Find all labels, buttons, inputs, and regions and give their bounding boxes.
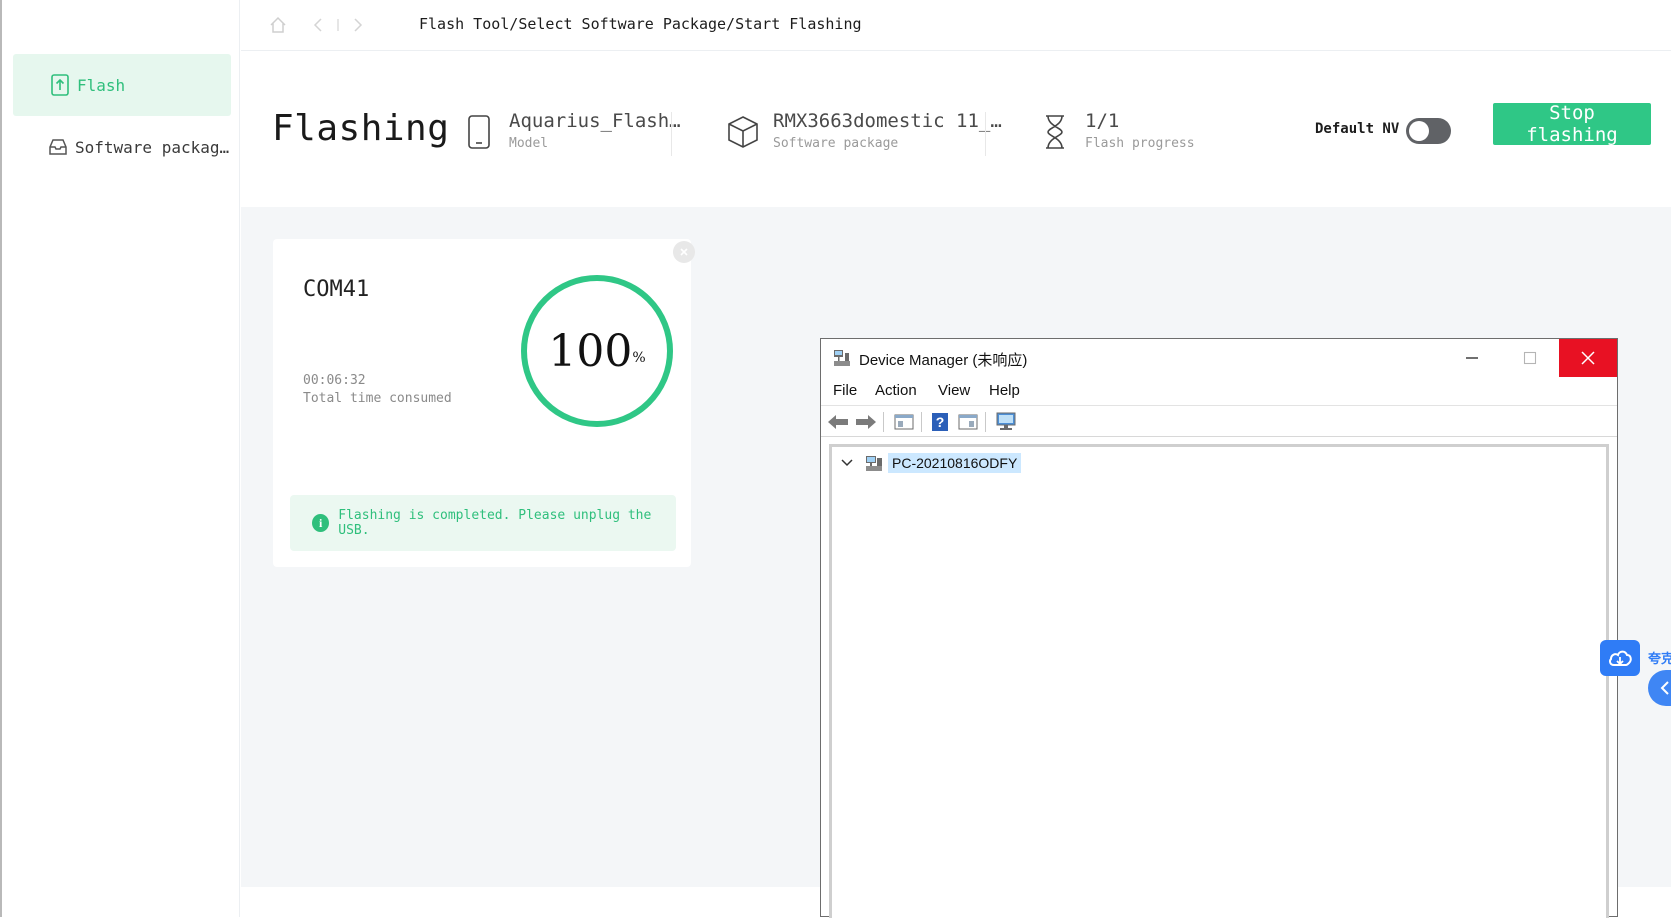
progress-label: Flash progress (1085, 136, 1195, 151)
progress-info: 1/1 Flash progress (1039, 108, 1219, 158)
maximize-icon (1523, 351, 1537, 365)
upload-file-icon (49, 74, 71, 96)
minimize-button[interactable] (1443, 339, 1501, 377)
menu-view[interactable]: View (938, 382, 970, 399)
collapse-chevron-icon[interactable] (1648, 670, 1671, 706)
help-icon[interactable]: ? (929, 412, 951, 432)
hourglass-icon (1039, 112, 1071, 152)
progress-percent-unit: % (632, 350, 646, 366)
package-info: RMX3663domestic 11_… Software package (727, 108, 1002, 158)
phone-icon (463, 112, 495, 152)
port-name: COM41 (303, 277, 370, 302)
back-icon[interactable] (307, 14, 329, 36)
cloud-icon[interactable] (1600, 640, 1640, 676)
device-manager-menu: File Action View Help (821, 377, 1617, 405)
svg-text:?: ? (936, 414, 945, 430)
package-value: RMX3663domestic 11_… (773, 110, 1002, 132)
info-icon: i (312, 514, 330, 532)
model-info: Aquarius_Flash… Model (463, 108, 681, 158)
forward-icon[interactable] (347, 14, 369, 36)
model-value: Aquarius_Flash… (509, 110, 681, 132)
sidebar-item-label: Flash (77, 75, 126, 95)
sidebar-item-software-package[interactable]: Software packag… (13, 116, 231, 178)
divider (671, 112, 672, 156)
expand-chevron-icon[interactable] (838, 454, 856, 472)
nav-divider (327, 14, 349, 36)
device-manager-title: Device Manager (未响应) (859, 352, 1028, 369)
menu-help[interactable]: Help (989, 382, 1020, 399)
device-tree: PC-20210816ODFY (829, 444, 1609, 918)
scan-hardware-icon[interactable] (995, 412, 1017, 432)
device-manager-app-icon (834, 350, 850, 366)
maximize-button[interactable] (1501, 339, 1559, 377)
default-nv-label: Default NV (1315, 121, 1400, 137)
minimize-icon (1466, 357, 1478, 359)
menu-file[interactable]: File (833, 382, 857, 399)
breadcrumb: Flash Tool/Select Software Package/Start… (419, 15, 862, 33)
sidebar-item-flash[interactable]: Flash (13, 54, 231, 116)
toggle-knob (1409, 121, 1429, 141)
elapsed-time: 00:06:32 (303, 373, 366, 388)
home-icon[interactable] (267, 14, 289, 36)
sidebar-item-label: Software packag… (75, 137, 230, 157)
close-window-button[interactable] (1559, 339, 1617, 377)
properties-pane-icon[interactable] (893, 412, 915, 432)
device-card: COM41 00:06:32 Total time consumed 100 %… (273, 239, 695, 567)
tree-node-label: PC-20210816ODFY (888, 453, 1022, 473)
computer-icon (866, 456, 882, 471)
device-manager-title-bar[interactable]: Device Manager (未响应) (821, 339, 1617, 377)
tree-node-computer[interactable]: PC-20210816ODFY (838, 451, 1022, 475)
float-widget-text: 夸克 (1648, 652, 1671, 667)
show-hidden-icon[interactable] (957, 412, 979, 432)
progress-percent-value: 100 (548, 325, 633, 377)
quark-float-widget[interactable]: 夸克 (1600, 640, 1671, 706)
elapsed-time-label: Total time consumed (303, 391, 452, 406)
toolbar-separator (883, 412, 884, 432)
back-arrow-icon[interactable] (827, 412, 849, 432)
flash-header: Flashing Aquarius_Flash… Model RMX3663do… (241, 52, 1671, 207)
toolbar-separator (921, 412, 922, 432)
menu-action[interactable]: Action (875, 382, 917, 399)
device-manager-window: Device Manager (未响应) File Action View He… (820, 338, 1618, 918)
package-label: Software package (773, 136, 899, 151)
toolbar-separator (985, 412, 986, 432)
progress-percent: 100 % (519, 273, 675, 429)
default-nv-toggle[interactable] (1406, 118, 1451, 144)
close-icon (1581, 351, 1595, 365)
top-bar: Flash Tool/Select Software Package/Start… (241, 0, 1671, 51)
divider (985, 112, 986, 156)
close-card-icon[interactable] (673, 241, 695, 263)
progress-value: 1/1 (1085, 110, 1120, 132)
stop-flashing-button[interactable]: Stop flashing (1493, 102, 1651, 146)
model-label: Model (509, 136, 549, 151)
sidebar: Flash Software packag… (2, 0, 240, 917)
device-manager-toolbar: ? (821, 405, 1617, 437)
package-box-icon (727, 112, 759, 152)
forward-arrow-icon[interactable] (855, 412, 877, 432)
completion-notice-text: Flashing is completed. Please unplug the… (338, 508, 652, 538)
inbox-icon (47, 136, 69, 158)
completion-notice: i Flashing is completed. Please unplug t… (290, 495, 676, 551)
page-title: Flashing (272, 108, 450, 149)
